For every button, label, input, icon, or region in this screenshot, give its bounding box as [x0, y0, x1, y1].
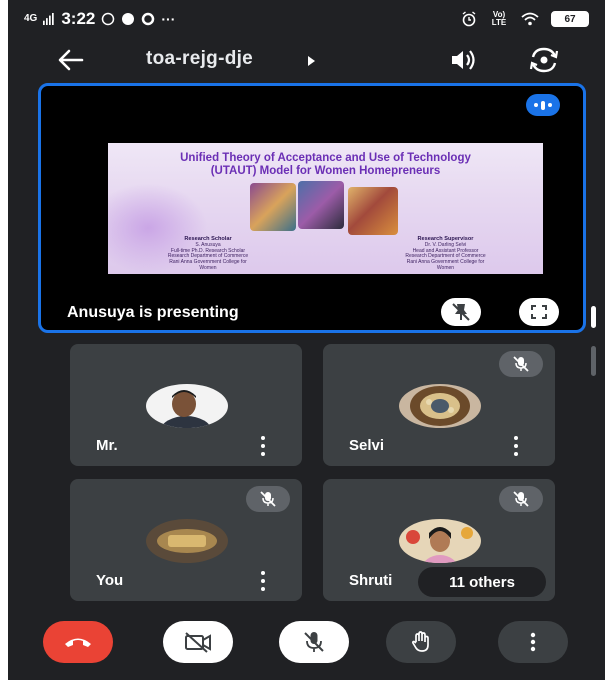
participant-tile[interactable]: Selvi [323, 344, 555, 466]
supervisor-line: Women [436, 264, 455, 271]
meet-screen: 4G 3:22 ··· Vo) LTE 67 toa-rejg-dje Unif… [8, 0, 605, 680]
slide-photo [250, 183, 296, 231]
fullscreen-icon [531, 305, 547, 319]
mic-off-icon [304, 632, 324, 652]
avatar-photo [146, 384, 228, 428]
scholar-line: Women [199, 264, 217, 271]
mic-off-icon [260, 491, 276, 507]
participant-tile[interactable]: Shruti 11 others [323, 479, 555, 601]
signal-icon [43, 13, 55, 25]
raise-hand-button[interactable] [386, 621, 456, 663]
participant-name: You [96, 572, 124, 589]
avatar [399, 384, 481, 428]
chat-bubble-icon [122, 13, 135, 25]
switch-camera-icon[interactable] [528, 45, 560, 75]
more-vertical-icon[interactable] [258, 571, 268, 591]
presenting-label: Anusuya is presenting [67, 304, 239, 321]
unpin-icon [452, 303, 470, 321]
slide-title-line-2: (UTAUT) Model for Women Homepreneurs [210, 165, 441, 177]
mic-off-icon [513, 491, 529, 507]
meeting-code[interactable]: toa-rejg-dje [146, 48, 253, 70]
hangup-button[interactable] [43, 621, 113, 663]
more-notifications-icon: ··· [161, 11, 176, 27]
avatar-photo [399, 519, 481, 563]
mic-toggle-button[interactable] [279, 621, 349, 663]
others-chip[interactable]: 11 others [418, 567, 546, 597]
fullscreen-button[interactable] [519, 298, 559, 326]
scrollbar-track[interactable] [591, 346, 596, 376]
whatsapp-icon [102, 12, 115, 26]
avatar-photo [399, 384, 481, 428]
participant-name: Selvi [349, 437, 385, 454]
phone-hangup-icon [65, 638, 91, 647]
presentation-tile[interactable]: Unified Theory of Acceptance and Use of … [38, 83, 586, 333]
mic-off-icon [513, 356, 529, 372]
participant-name: Mr. [96, 437, 118, 454]
battery-level: 67 [564, 13, 576, 25]
alarm-icon [462, 11, 476, 27]
slide-title-line-1: Unified Theory of Acceptance and Use of … [180, 152, 471, 164]
network-label: Vo) LTE [491, 10, 507, 27]
slide-supervisor-block: Research Supervisor Dr. V. Darling Selvi… [378, 236, 513, 272]
wifi-icon [521, 12, 539, 26]
muted-badge [246, 486, 290, 512]
speaking-indicator [526, 94, 560, 116]
participant-tile[interactable]: You [70, 479, 302, 601]
status-left: 4G 3:22 ··· [24, 9, 175, 29]
status-time: 3:22 [61, 9, 96, 28]
others-label: 11 others [449, 573, 515, 591]
slide-photo [348, 187, 398, 235]
arrow-left-icon[interactable] [56, 46, 86, 74]
avatar-photo [146, 519, 228, 563]
more-vertical-icon[interactable] [511, 436, 521, 456]
avatar [146, 519, 228, 563]
status-right: Vo) LTE 67 [461, 11, 589, 27]
muted-badge [499, 486, 543, 512]
signal-label: 4G [24, 13, 38, 24]
slide-title: Unified Theory of Acceptance and Use of … [108, 152, 543, 178]
avatar [146, 384, 228, 428]
more-options-button[interactable] [498, 621, 568, 663]
hand-icon [412, 631, 429, 652]
participant-tile[interactable]: Mr. [70, 344, 302, 466]
caret-right-icon[interactable] [307, 55, 317, 67]
battery-indicator: 67 [551, 11, 589, 27]
camera-off-icon [185, 632, 211, 653]
muted-badge [499, 351, 543, 377]
slide-scholar-block: Research Scholar S. Anusuya Full-time Ph… [148, 236, 268, 272]
shared-slide: Unified Theory of Acceptance and Use of … [108, 143, 543, 274]
slide-photo [298, 181, 344, 229]
status-bar: 4G 3:22 ··· Vo) LTE 67 [8, 0, 605, 38]
camera-toggle-button[interactable] [163, 621, 233, 663]
more-vertical-icon [530, 632, 536, 652]
meeting-top-bar: toa-rejg-dje [8, 38, 605, 82]
call-controls [8, 612, 605, 672]
more-vertical-icon[interactable] [258, 436, 268, 456]
participant-name: Shruti [349, 572, 393, 589]
unpin-button[interactable] [441, 298, 481, 326]
avatar [399, 519, 481, 563]
scrollbar-thumb[interactable] [591, 306, 596, 328]
speaker-icon[interactable] [448, 46, 478, 74]
gmail-icon [142, 12, 155, 26]
